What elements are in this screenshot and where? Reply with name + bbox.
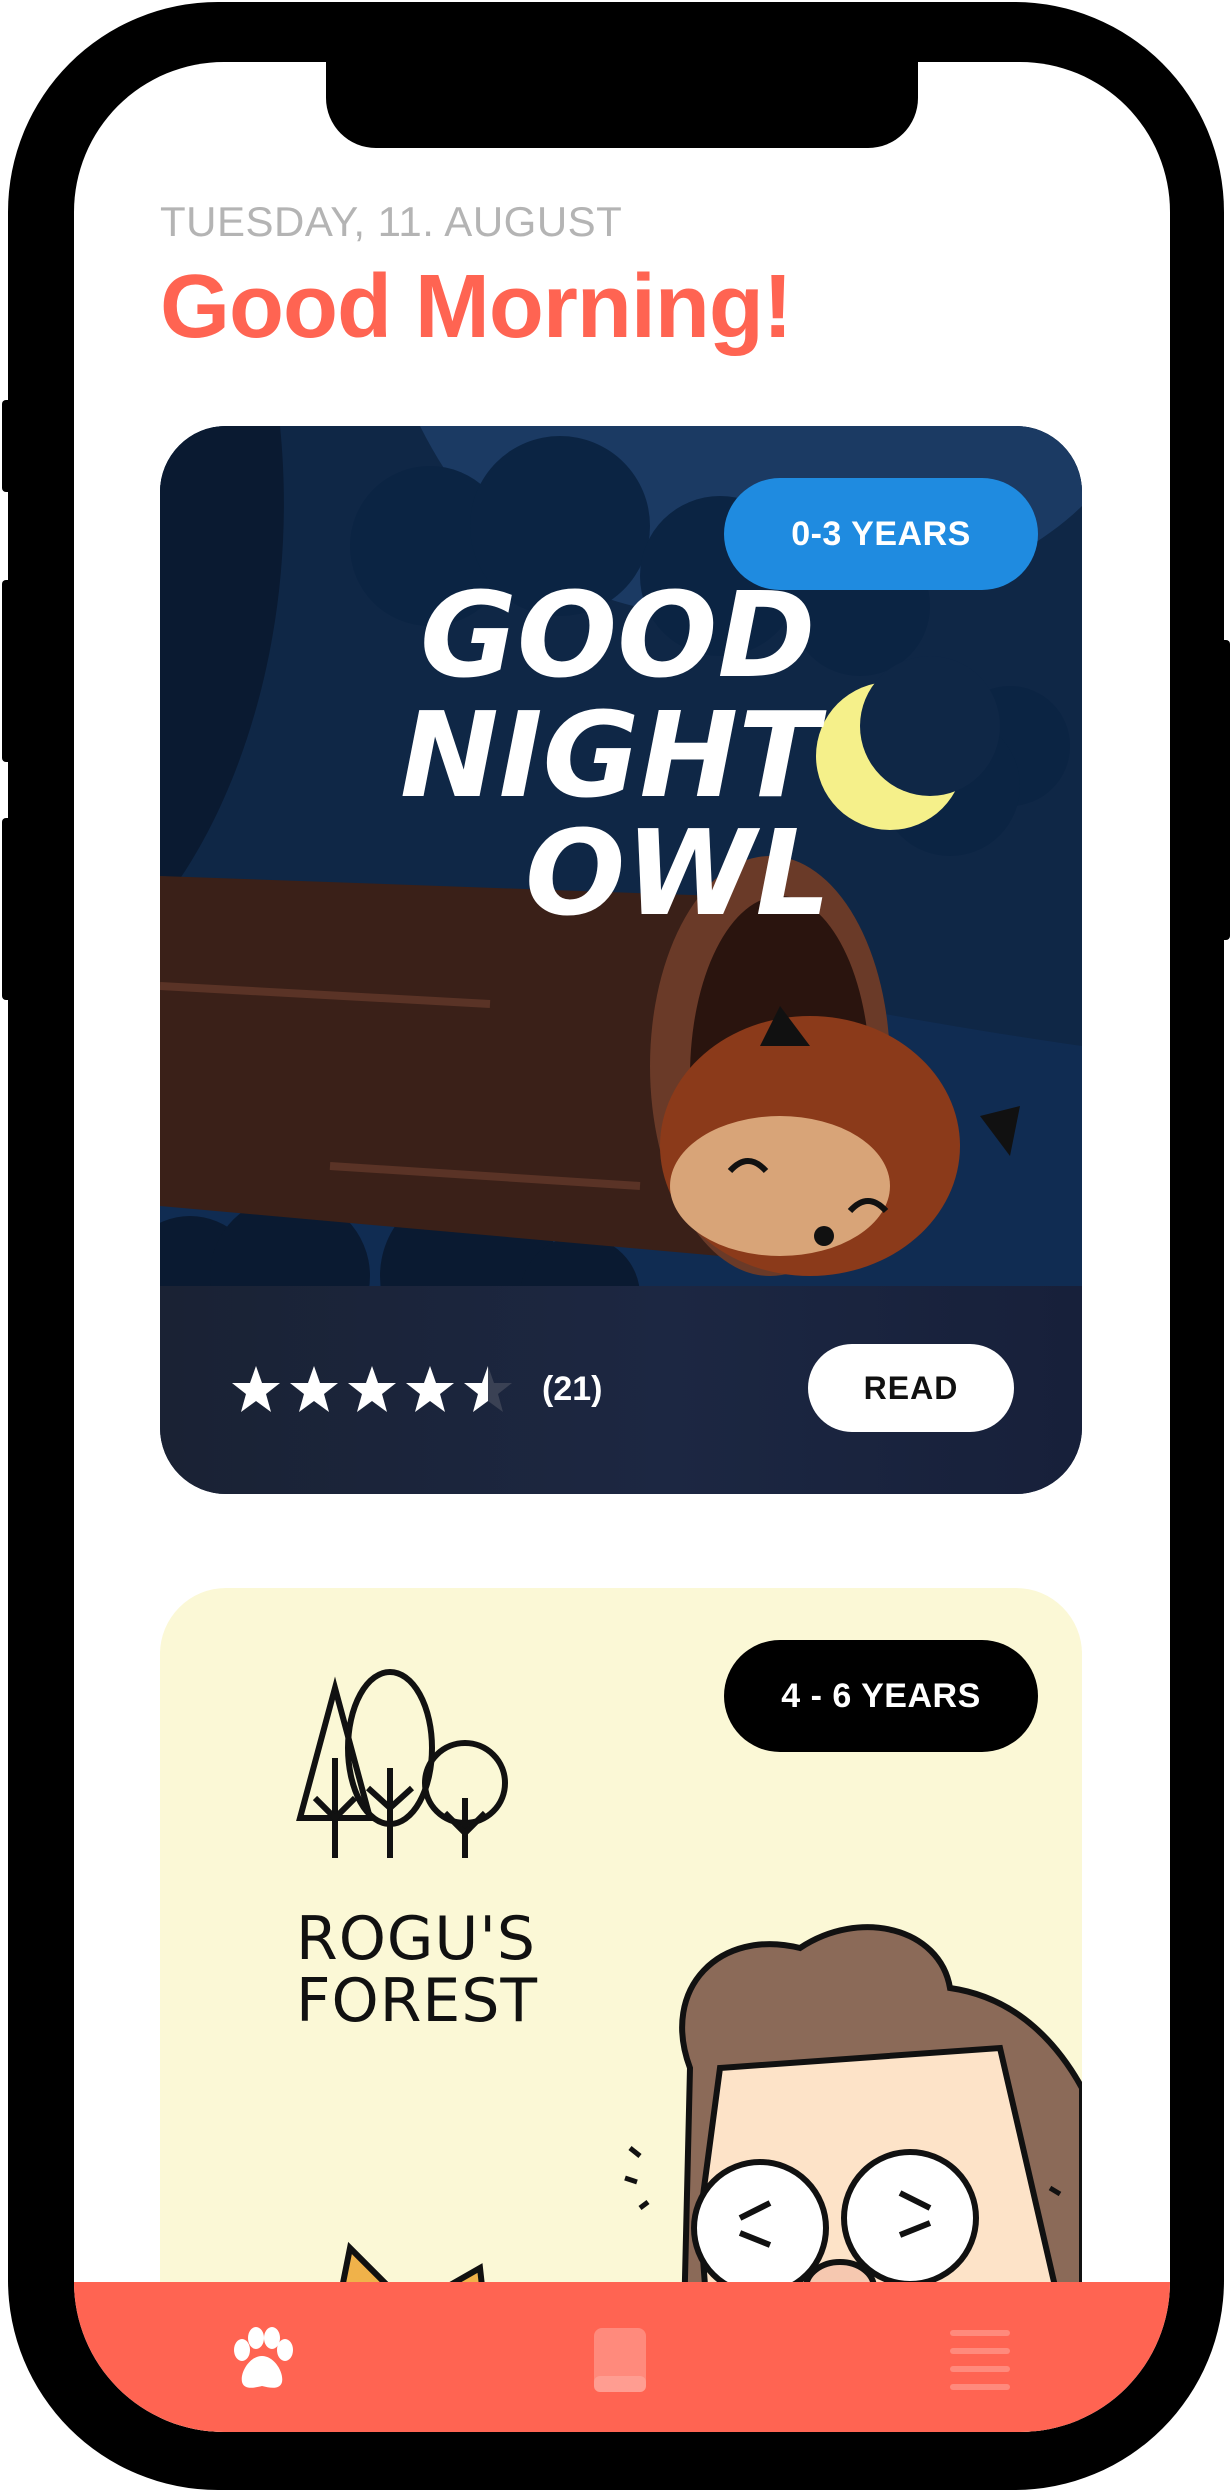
rating-stars — [230, 1364, 514, 1416]
volume-down-button — [2, 818, 12, 1000]
star-icon — [232, 1366, 280, 1412]
age-badge: 0-3 YEARS — [724, 478, 1038, 590]
current-date: TUESDAY, 11. AUGUST — [160, 198, 623, 245]
cover-title-line-1: GOOD — [420, 566, 815, 704]
cover-title-line-3: OWL — [525, 804, 831, 942]
star-icon — [348, 1366, 396, 1412]
menu-icon[interactable] — [940, 2320, 1020, 2400]
app-screen: TUESDAY, 11. AUGUST Good Morning! GOOD N… — [74, 62, 1170, 2432]
mute-switch — [2, 400, 12, 492]
star-icon — [464, 1366, 512, 1412]
volume-up-button — [2, 580, 12, 762]
star-icon — [406, 1366, 454, 1412]
device-notch — [326, 62, 918, 148]
book-icon[interactable] — [580, 2320, 660, 2400]
power-button — [1220, 640, 1230, 940]
card-footer: (21) READ — [160, 1286, 1082, 1494]
read-button[interactable]: READ — [808, 1344, 1014, 1432]
rating-count: (21) — [542, 1370, 603, 1408]
star-icon — [290, 1366, 338, 1412]
forest-logo-trees-icon — [296, 1669, 508, 1858]
bottom-tab-bar — [74, 2282, 1170, 2432]
paw-icon[interactable] — [222, 2320, 302, 2400]
age-badge: 4 - 6 YEARS — [724, 1640, 1038, 1752]
phone-frame: TUESDAY, 11. AUGUST Good Morning! GOOD N… — [8, 2, 1224, 2490]
book-card-good-night-owl[interactable]: GOOD NIGHT OWL 0-3 YEARS (21) READ — [160, 426, 1082, 1494]
greeting-title: Good Morning! — [160, 257, 793, 357]
